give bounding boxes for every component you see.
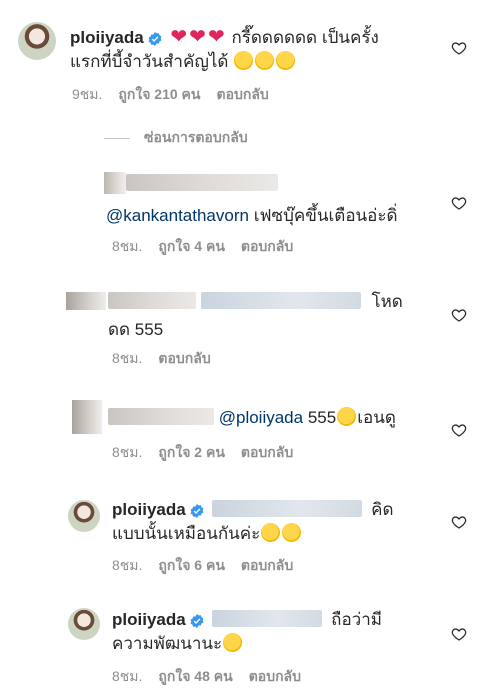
like-count[interactable]: ถูกใจ 210 คน: [118, 84, 200, 106]
comment-meta: 8ชม. ถูกใจ 2 คน ตอบกลับ: [112, 442, 293, 464]
comment-text: @ploiiyada 555 เอนดู: [108, 403, 458, 430]
comment-body: 555: [307, 408, 337, 427]
hide-replies-toggle[interactable]: ซ่อนการตอบกลับ: [104, 127, 248, 149]
comment-meta: 9ชม. ถูกใจ 210 คน ตอบกลับ: [72, 84, 269, 106]
rofl-emoji: [220, 629, 246, 656]
username[interactable]: ploiiyada: [70, 28, 144, 47]
comment-body-line1: กรี๊ดดดดดด เป็นครั้ง: [231, 28, 379, 47]
reply-button[interactable]: ตอบกลับ: [216, 84, 268, 106]
avatar[interactable]: [68, 500, 100, 532]
heart-outline-icon[interactable]: [451, 195, 467, 211]
heart-outline-icon[interactable]: [451, 40, 467, 56]
avatar[interactable]: [66, 292, 106, 310]
avatar[interactable]: [72, 400, 102, 434]
comment-body: เฟซบุ๊คขึ้นเตือนอ่ะดิ่: [253, 206, 398, 225]
heart-outline-icon[interactable]: [451, 422, 467, 438]
comment-body-line1: ถือว่ามี: [331, 610, 382, 629]
heart-eyes-emoji: [276, 51, 296, 70]
red-heart-emoji: ❤❤❤: [170, 26, 227, 48]
like-count[interactable]: ถูกใจ 2 คน: [158, 442, 225, 464]
avatar[interactable]: [18, 22, 56, 60]
comment-meta: 8ชม. ถูกใจ 4 คน ตอบกลับ: [112, 236, 293, 258]
reply-button[interactable]: ตอบกลับ: [241, 236, 293, 258]
reply-button[interactable]: ตอบกลับ: [158, 348, 210, 370]
verified-badge-icon: [190, 614, 204, 628]
comment-body-line1: คิด: [371, 500, 394, 519]
blurred-mention: [212, 610, 323, 627]
comment-text: ploiiyada ❤❤❤ กรี๊ดดดดดด เป็นครั้ง แรกที…: [70, 25, 430, 74]
avatar[interactable]: [68, 608, 100, 640]
rofl-emoji: [258, 519, 284, 546]
heart-eyes-emoji: [234, 51, 254, 70]
comment-text: @kankantathavorn เฟซบุ๊คขึ้นเตือนอ่ะดิ่: [106, 172, 446, 228]
heart-outline-icon[interactable]: [451, 514, 467, 530]
timestamp: 8ชม.: [112, 350, 143, 366]
timestamp: 8ชม.: [112, 238, 143, 254]
comment-body-line2: แรกที่บี้จำวันสำคัญได้: [70, 52, 229, 71]
blurred-mention: [212, 500, 363, 517]
comment-body-line2: ดด 555: [108, 320, 164, 339]
hide-replies-label: ซ่อนการตอบกลับ: [144, 129, 248, 145]
comment-body-line2: ความพัฒนานะ: [112, 634, 223, 653]
comment-text: ploiiyada คิด แบบนั้นเหมือนกันค่ะ: [112, 498, 452, 546]
like-count[interactable]: ถูกใจ 6 คน: [158, 555, 225, 577]
comment-text: ploiiyada ถือว่ามี ความพัฒนานะ: [112, 608, 452, 656]
comment-body-line2: แบบนั้นเหมือนกันค่ะ: [112, 524, 261, 543]
comment-meta: 8ชม. ถูกใจ 6 คน ตอบกลับ: [112, 555, 293, 577]
username[interactable]: ploiiyada: [112, 500, 186, 519]
mention-link[interactable]: @ploiiyada: [219, 408, 303, 427]
comment-meta: 8ชม. ตอบกลับ: [112, 348, 211, 370]
verified-badge-icon: [190, 504, 204, 518]
username[interactable]: ploiiyada: [112, 610, 186, 629]
blurred-mention: [200, 292, 361, 309]
rofl-emoji: [279, 519, 305, 546]
reply-button[interactable]: ตอบกลับ: [241, 442, 293, 464]
heart-outline-icon[interactable]: [451, 626, 467, 642]
reply-button[interactable]: ตอบกลับ: [249, 666, 301, 688]
comment-body-line1: โหด: [371, 292, 403, 311]
timestamp: 8ชม.: [112, 444, 143, 460]
heart-eyes-emoji: [255, 51, 275, 70]
comment-body-after: เอนดู: [357, 408, 396, 427]
heart-outline-icon[interactable]: [451, 307, 467, 323]
reply-button[interactable]: ตอบกลับ: [241, 555, 293, 577]
divider: [104, 137, 130, 139]
comment-meta: 8ชม. ถูกใจ 48 คน ตอบกลับ: [112, 666, 301, 688]
timestamp: 8ชม.: [112, 557, 143, 573]
username[interactable]: [108, 408, 214, 425]
like-count[interactable]: ถูกใจ 4 คน: [158, 236, 225, 258]
like-count[interactable]: ถูกใจ 48 คน: [158, 666, 232, 688]
rofl-emoji: [334, 403, 360, 430]
mention-link[interactable]: @kankantathavorn: [106, 204, 249, 228]
comment-text: โหด ดด 555: [108, 290, 448, 342]
timestamp: 9ชม.: [72, 86, 103, 102]
username[interactable]: [108, 292, 196, 309]
timestamp: 8ชม.: [112, 668, 143, 684]
verified-badge-icon: [148, 32, 162, 46]
username[interactable]: [126, 174, 278, 191]
